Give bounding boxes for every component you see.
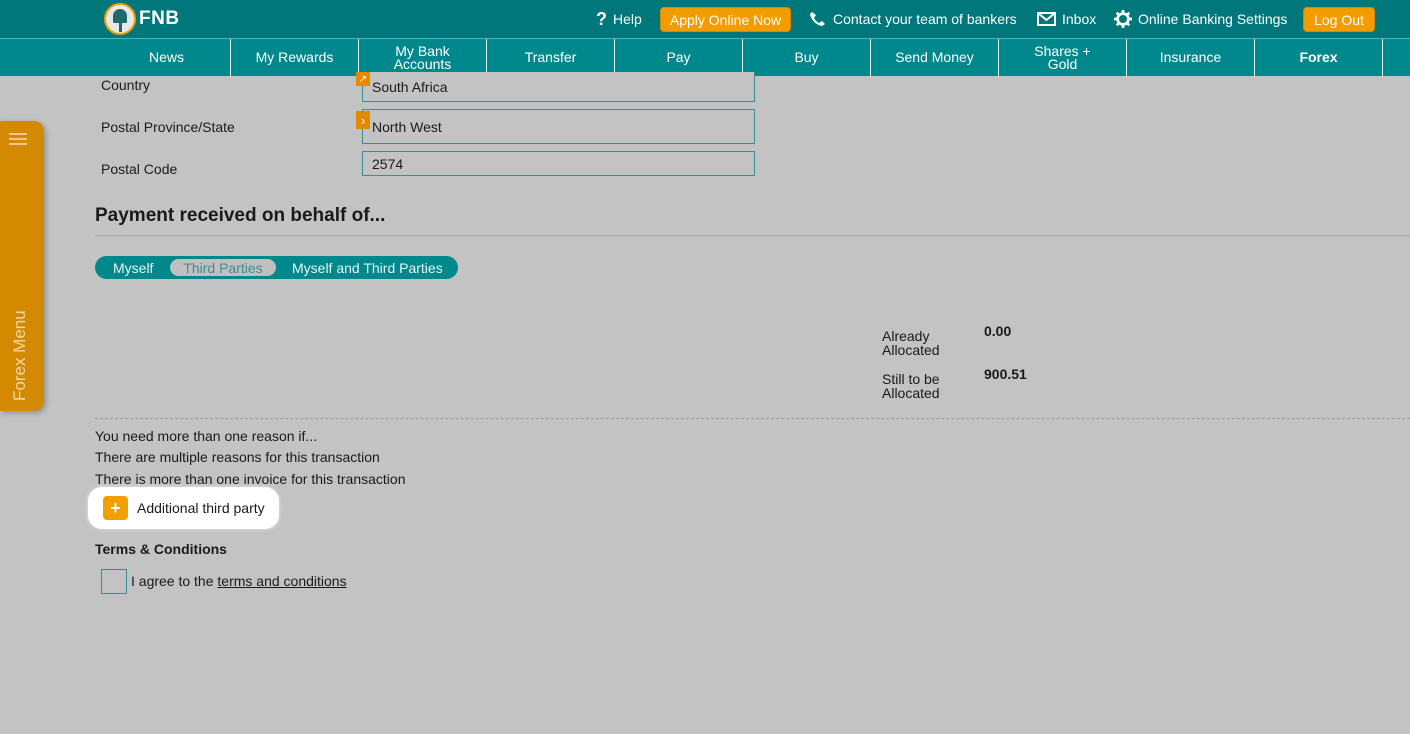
nav-shares-gold[interactable]: Shares + Gold: [999, 39, 1127, 76]
option-myself-and-third-parties[interactable]: Myself and Third Parties: [292, 256, 443, 279]
postal-code-value: 2574: [372, 155, 404, 172]
postal-code-label: Postal Code: [101, 161, 178, 177]
province-label: Postal Province/State: [101, 119, 235, 135]
info-line-3: There is more than one invoice for this …: [95, 471, 406, 487]
divider: [95, 235, 1410, 236]
add-third-party-label: Additional third party: [137, 500, 265, 516]
nav-forex-label: Forex: [1299, 49, 1338, 65]
main-nav: News My Rewards My Bank Accounts Transfe…: [0, 38, 1410, 76]
nav-news[interactable]: News: [103, 39, 231, 76]
logout-button[interactable]: Log Out: [1303, 7, 1375, 32]
add-third-party-button[interactable]: + Additional third party: [88, 487, 279, 529]
nav-my-bank-accounts[interactable]: My Bank Accounts: [359, 39, 487, 76]
nav-buy-label: Buy: [794, 49, 819, 65]
info-line-1: You need more than one reason if...: [95, 428, 318, 444]
fnb-logo[interactable]: FNB: [104, 3, 180, 35]
plus-icon: +: [103, 496, 128, 520]
nav-my-rewards-label: My Rewards: [255, 49, 334, 65]
inbox-link[interactable]: Inbox: [1037, 0, 1096, 38]
province-select[interactable]: North West: [362, 109, 755, 144]
nav-buy[interactable]: Buy: [743, 39, 871, 76]
already-allocated-label: Already Allocated: [882, 328, 940, 358]
payment-behalf-toggle: Myself Third Parties Myself and Third Pa…: [95, 256, 458, 279]
nav-send-money[interactable]: Send Money: [871, 39, 999, 76]
still-to-allocate-label: Still to be Allocated: [882, 371, 940, 401]
nav-pay-label: Pay: [666, 49, 691, 65]
chevron-right-icon[interactable]: ›: [356, 111, 370, 129]
nav-pay[interactable]: Pay: [615, 39, 743, 76]
top-bar: FNB ? Help Apply Online Now Contact your…: [0, 0, 1410, 38]
already-allocated-value: 0.00: [984, 323, 1012, 339]
option-myself[interactable]: Myself: [113, 256, 153, 279]
mail-icon: [1037, 12, 1056, 26]
help-label: Help: [613, 11, 642, 27]
nav-forex[interactable]: Forex: [1255, 39, 1383, 76]
settings-label: Online Banking Settings: [1138, 11, 1288, 27]
nav-transfer-label: Transfer: [524, 49, 577, 65]
agree-text: I agree to the terms and conditions: [131, 573, 347, 589]
country-label: Country: [101, 77, 151, 93]
terms-link[interactable]: terms and conditions: [217, 573, 346, 589]
forex-menu-label: Forex Menu: [10, 310, 29, 401]
option-third-parties[interactable]: Third Parties: [170, 259, 276, 276]
fnb-tree-icon: [104, 3, 136, 35]
nav-my-rewards[interactable]: My Rewards: [231, 39, 359, 76]
gear-icon: [1114, 10, 1132, 28]
dashed-divider: [95, 418, 1410, 419]
logo-text: FNB: [139, 8, 180, 29]
question-icon: ?: [596, 8, 607, 29]
forex-menu-tab[interactable]: Forex Menu: [0, 121, 44, 411]
nav-insurance[interactable]: Insurance: [1127, 39, 1255, 76]
postal-code-input[interactable]: 2574: [362, 151, 755, 176]
contact-bankers-link[interactable]: Contact your team of bankers: [809, 0, 1017, 38]
info-line-2: There are multiple reasons for this tran…: [95, 449, 380, 465]
nav-my-bank-accounts-label: My Bank Accounts: [393, 42, 452, 72]
country-value: South Africa: [372, 78, 448, 95]
phone-icon: [810, 12, 825, 26]
still-to-allocate-value: 900.51: [984, 366, 1027, 382]
province-value: North West: [372, 118, 442, 135]
help-link[interactable]: ? Help: [596, 0, 642, 38]
apply-online-button[interactable]: Apply Online Now: [660, 7, 791, 32]
nav-shares-gold-label: Shares + Gold: [1034, 42, 1091, 72]
nav-insurance-label: Insurance: [1159, 49, 1222, 65]
agree-checkbox[interactable]: [101, 569, 127, 594]
inbox-label: Inbox: [1062, 11, 1097, 27]
contact-label: Contact your team of bankers: [833, 11, 1017, 27]
nav-send-money-label: Send Money: [895, 49, 974, 65]
country-select[interactable]: South Africa: [362, 72, 755, 102]
country-dropdown-icon[interactable]: ↗: [356, 72, 370, 86]
agree-prefix: I agree to the: [131, 573, 218, 589]
nav-transfer[interactable]: Transfer: [487, 39, 615, 76]
nav-news-label: News: [148, 49, 184, 65]
menu-icon: [9, 133, 27, 145]
banking-settings-link[interactable]: Online Banking Settings: [1114, 0, 1287, 38]
section-title: Payment received on behalf of...: [95, 205, 386, 226]
terms-title: Terms & Conditions: [95, 541, 227, 557]
